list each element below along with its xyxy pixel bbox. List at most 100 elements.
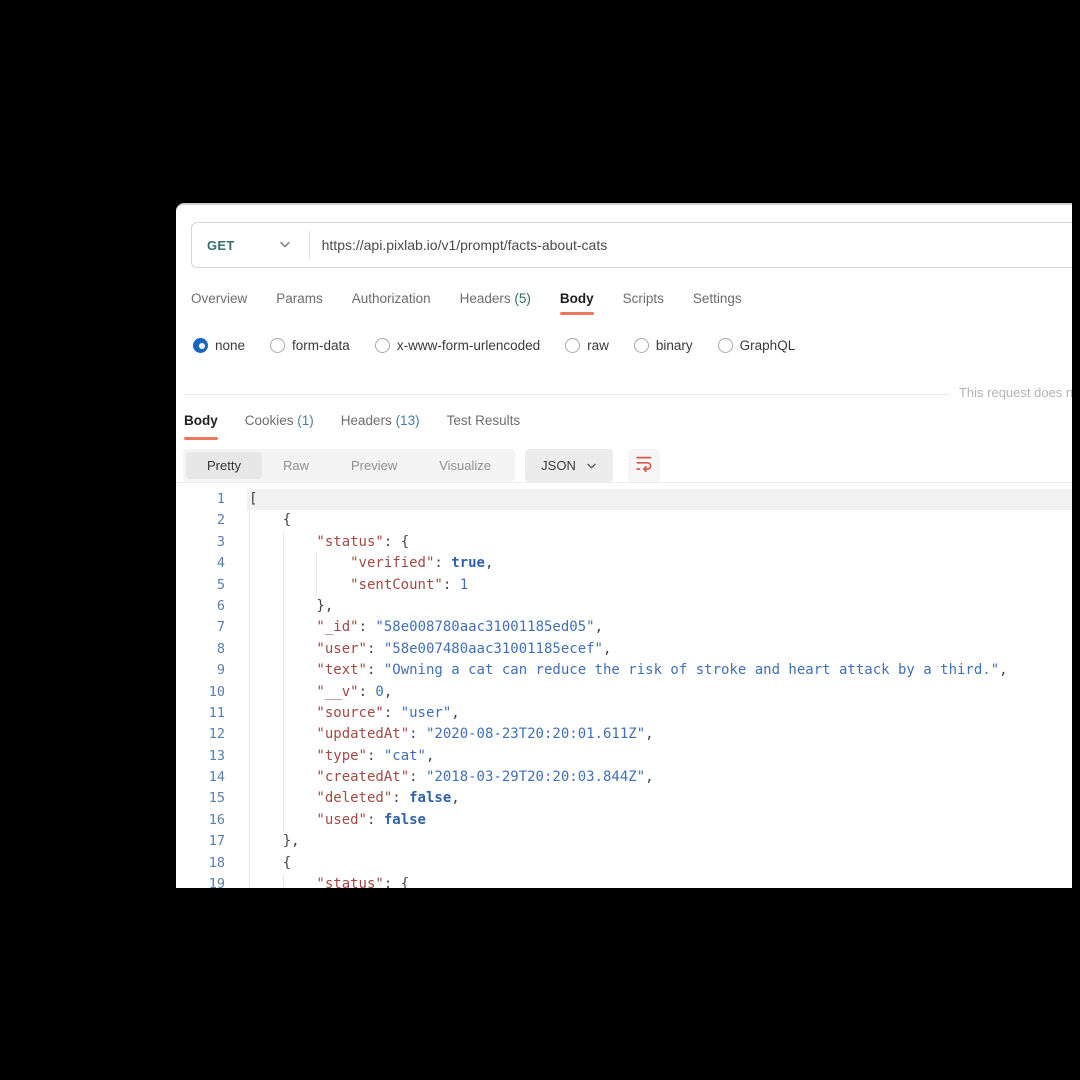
response-tabs: Body Cookies (1) Headers (13) Test Results — [184, 408, 1072, 440]
tab-request-params[interactable]: Params — [276, 286, 323, 315]
tab-response-body[interactable]: Body — [184, 408, 218, 440]
indent-guide — [283, 660, 317, 681]
code-line: 16"used": false — [176, 810, 1072, 831]
indent-guide — [283, 575, 317, 596]
request-body-hint: This request does not — [949, 385, 1072, 400]
format-dropdown[interactable]: JSON — [525, 449, 613, 482]
radio-icon — [193, 338, 208, 353]
code-line: 14"createdAt": "2018-03-29T20:20:03.844Z… — [176, 767, 1072, 788]
tab-label: Settings — [693, 291, 742, 306]
indent-guide — [249, 639, 283, 660]
code-line: 6}, — [176, 596, 1072, 617]
indent-guide — [249, 596, 283, 617]
code-content: "__v": 0, — [247, 682, 1072, 703]
indent-guide — [249, 810, 283, 831]
section-divider — [184, 394, 1072, 395]
tab-label: Test Results — [447, 413, 521, 428]
active-tab-underline — [560, 312, 594, 315]
indent-guide — [249, 853, 283, 874]
method-selector[interactable]: GET — [192, 223, 309, 267]
line-number: 10 — [176, 682, 225, 703]
tab-label: Body — [560, 291, 594, 306]
indent-guide — [249, 510, 283, 531]
code-line: 19 "status": { — [176, 874, 1072, 888]
body-mode-x-www-form-urlencoded[interactable]: x-www-form-urlencoded — [375, 338, 540, 353]
code-content: "type": "cat", — [247, 746, 1072, 767]
radio-icon — [718, 338, 733, 353]
chevron-down-icon — [279, 236, 291, 254]
tab-request-headers[interactable]: Headers (5) — [460, 286, 531, 315]
code-content: }, — [247, 831, 1072, 852]
view-preview[interactable]: Preview — [330, 452, 418, 479]
body-mode-none[interactable]: none — [193, 338, 245, 353]
wrap-text-button[interactable] — [628, 449, 660, 482]
line-number: 1 — [176, 489, 225, 510]
body-mode-graphql[interactable]: GraphQL — [718, 338, 796, 353]
tab-request-body[interactable]: Body — [560, 286, 594, 315]
code-content: "status": { — [247, 532, 1072, 553]
code-line: 3 "status": { — [176, 532, 1072, 553]
line-number: 6 — [176, 596, 225, 617]
view-visualize[interactable]: Visualize — [418, 452, 512, 479]
mode-label: x-www-form-urlencoded — [397, 338, 540, 353]
format-label: JSON — [541, 458, 576, 473]
view-raw[interactable]: Raw — [262, 452, 330, 479]
tab-label: Authorization — [352, 291, 431, 306]
tab-request-settings[interactable]: Settings — [693, 286, 742, 315]
code-content: { — [247, 853, 1072, 874]
line-number: 19 — [176, 874, 225, 888]
line-number: 15 — [176, 788, 225, 809]
code-content: "updatedAt": "2020-08-23T20:20:01.611Z", — [247, 724, 1072, 745]
line-number: 3 — [176, 532, 225, 553]
tab-count-badge: (5) — [511, 291, 531, 306]
line-number: 18 — [176, 853, 225, 874]
code-content: "status": { — [247, 874, 1072, 888]
code-content: [ — [247, 489, 1072, 510]
line-number: 17 — [176, 831, 225, 852]
tab-response-cookies[interactable]: Cookies (1) — [245, 408, 314, 440]
code-line: 18 { — [176, 853, 1072, 874]
indent-guide — [249, 617, 283, 638]
indent-guide — [283, 767, 317, 788]
body-mode-raw[interactable]: raw — [565, 338, 609, 353]
wrap-text-icon — [634, 453, 654, 478]
line-number: 8 — [176, 639, 225, 660]
code-content: { — [247, 510, 1072, 531]
mode-label: none — [215, 338, 245, 353]
code-line: 12"updatedAt": "2020-08-23T20:20:01.611Z… — [176, 724, 1072, 745]
chevron-down-icon — [586, 457, 597, 475]
view-pretty[interactable]: Pretty — [186, 452, 262, 479]
method-label: GET — [207, 238, 235, 253]
code-line: 13"type": "cat", — [176, 746, 1072, 767]
indent-guide — [283, 810, 317, 831]
indent-guide — [249, 682, 283, 703]
code-line: 10 "__v": 0, — [176, 682, 1072, 703]
tab-label: Cookies — [245, 413, 294, 428]
tab-count-badge: (13) — [392, 413, 420, 428]
tab-request-authorization[interactable]: Authorization — [352, 286, 431, 315]
code-content: "_id": "58e008780aac31001185ed05", — [247, 617, 1072, 638]
code-content: }, — [247, 596, 1072, 617]
indent-guide — [249, 831, 283, 852]
tab-response-headers[interactable]: Headers (13) — [341, 408, 420, 440]
url-input[interactable] — [310, 223, 1072, 267]
url-box: GET — [191, 222, 1072, 268]
body-mode-form-data[interactable]: form-data — [270, 338, 350, 353]
tab-request-scripts[interactable]: Scripts — [623, 286, 664, 315]
code-content: "used": false — [247, 810, 1072, 831]
code-line: 9"text": "Owning a cat can reduce the ri… — [176, 660, 1072, 681]
tab-label: Headers — [341, 413, 392, 428]
code-line: 11"source": "user", — [176, 703, 1072, 724]
tab-request-overview[interactable]: Overview — [191, 286, 247, 315]
request-url-row: GET — [191, 222, 1072, 268]
line-number: 5 — [176, 575, 225, 596]
tab-response-test-results[interactable]: Test Results — [447, 408, 521, 440]
body-mode-binary[interactable]: binary — [634, 338, 693, 353]
line-number: 9 — [176, 660, 225, 681]
code-line: 5"sentCount": 1 — [176, 575, 1072, 596]
indent-guide — [249, 575, 283, 596]
indent-guide — [249, 660, 283, 681]
indent-guide — [283, 746, 317, 767]
indent-guide — [283, 617, 317, 638]
indent-guide — [316, 575, 350, 596]
